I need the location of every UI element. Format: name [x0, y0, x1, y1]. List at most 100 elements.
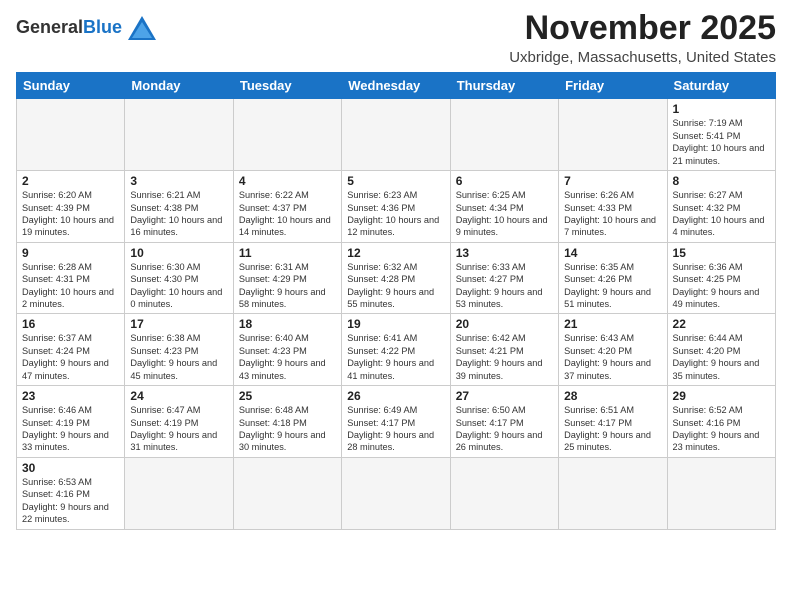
table-row	[342, 99, 450, 171]
calendar-week-row: 1Sunrise: 7:19 AM Sunset: 5:41 PM Daylig…	[17, 99, 776, 171]
day-info: Sunrise: 6:50 AM Sunset: 4:17 PM Dayligh…	[456, 404, 553, 454]
table-row: 8Sunrise: 6:27 AM Sunset: 4:32 PM Daylig…	[667, 171, 775, 243]
table-row	[125, 99, 233, 171]
day-info: Sunrise: 6:33 AM Sunset: 4:27 PM Dayligh…	[456, 261, 553, 311]
table-row: 6Sunrise: 6:25 AM Sunset: 4:34 PM Daylig…	[450, 171, 558, 243]
table-row	[667, 457, 775, 529]
day-number: 27	[456, 389, 553, 403]
day-info: Sunrise: 6:27 AM Sunset: 4:32 PM Dayligh…	[673, 189, 770, 239]
table-row: 13Sunrise: 6:33 AM Sunset: 4:27 PM Dayli…	[450, 242, 558, 314]
table-row: 18Sunrise: 6:40 AM Sunset: 4:23 PM Dayli…	[233, 314, 341, 386]
calendar-week-row: 16Sunrise: 6:37 AM Sunset: 4:24 PM Dayli…	[17, 314, 776, 386]
col-tuesday: Tuesday	[233, 73, 341, 99]
day-info: Sunrise: 6:20 AM Sunset: 4:39 PM Dayligh…	[22, 189, 119, 239]
table-row: 10Sunrise: 6:30 AM Sunset: 4:30 PM Dayli…	[125, 242, 233, 314]
day-number: 9	[22, 246, 119, 260]
day-info: Sunrise: 6:23 AM Sunset: 4:36 PM Dayligh…	[347, 189, 444, 239]
table-row: 28Sunrise: 6:51 AM Sunset: 4:17 PM Dayli…	[559, 386, 667, 458]
table-row: 16Sunrise: 6:37 AM Sunset: 4:24 PM Dayli…	[17, 314, 125, 386]
day-number: 28	[564, 389, 661, 403]
location-title: Uxbridge, Massachusetts, United States	[509, 49, 776, 66]
day-number: 7	[564, 174, 661, 188]
table-row: 15Sunrise: 6:36 AM Sunset: 4:25 PM Dayli…	[667, 242, 775, 314]
day-number: 6	[456, 174, 553, 188]
table-row: 20Sunrise: 6:42 AM Sunset: 4:21 PM Dayli…	[450, 314, 558, 386]
day-number: 13	[456, 246, 553, 260]
day-info: Sunrise: 6:48 AM Sunset: 4:18 PM Dayligh…	[239, 404, 336, 454]
day-info: Sunrise: 6:35 AM Sunset: 4:26 PM Dayligh…	[564, 261, 661, 311]
calendar-week-row: 2Sunrise: 6:20 AM Sunset: 4:39 PM Daylig…	[17, 171, 776, 243]
table-row: 2Sunrise: 6:20 AM Sunset: 4:39 PM Daylig…	[17, 171, 125, 243]
day-number: 14	[564, 246, 661, 260]
col-thursday: Thursday	[450, 73, 558, 99]
calendar-week-row: 23Sunrise: 6:46 AM Sunset: 4:19 PM Dayli…	[17, 386, 776, 458]
day-number: 12	[347, 246, 444, 260]
table-row: 4Sunrise: 6:22 AM Sunset: 4:37 PM Daylig…	[233, 171, 341, 243]
day-number: 21	[564, 317, 661, 331]
day-info: Sunrise: 6:41 AM Sunset: 4:22 PM Dayligh…	[347, 332, 444, 382]
page: GeneralBlue November 2025 Uxbridge, Mass…	[0, 0, 792, 612]
day-info: Sunrise: 6:21 AM Sunset: 4:38 PM Dayligh…	[130, 189, 227, 239]
day-info: Sunrise: 6:42 AM Sunset: 4:21 PM Dayligh…	[456, 332, 553, 382]
table-row: 26Sunrise: 6:49 AM Sunset: 4:17 PM Dayli…	[342, 386, 450, 458]
logo-text: GeneralBlue	[16, 18, 122, 38]
table-row	[17, 99, 125, 171]
day-info: Sunrise: 6:49 AM Sunset: 4:17 PM Dayligh…	[347, 404, 444, 454]
day-info: Sunrise: 6:32 AM Sunset: 4:28 PM Dayligh…	[347, 261, 444, 311]
table-row: 12Sunrise: 6:32 AM Sunset: 4:28 PM Dayli…	[342, 242, 450, 314]
day-info: Sunrise: 6:28 AM Sunset: 4:31 PM Dayligh…	[22, 261, 119, 311]
table-row	[450, 457, 558, 529]
day-info: Sunrise: 6:30 AM Sunset: 4:30 PM Dayligh…	[130, 261, 227, 311]
day-info: Sunrise: 6:46 AM Sunset: 4:19 PM Dayligh…	[22, 404, 119, 454]
table-row	[233, 457, 341, 529]
col-monday: Monday	[125, 73, 233, 99]
day-info: Sunrise: 6:36 AM Sunset: 4:25 PM Dayligh…	[673, 261, 770, 311]
day-info: Sunrise: 6:26 AM Sunset: 4:33 PM Dayligh…	[564, 189, 661, 239]
table-row: 24Sunrise: 6:47 AM Sunset: 4:19 PM Dayli…	[125, 386, 233, 458]
day-number: 4	[239, 174, 336, 188]
day-number: 18	[239, 317, 336, 331]
calendar-week-row: 9Sunrise: 6:28 AM Sunset: 4:31 PM Daylig…	[17, 242, 776, 314]
day-number: 22	[673, 317, 770, 331]
day-number: 15	[673, 246, 770, 260]
day-number: 30	[22, 461, 119, 475]
table-row: 29Sunrise: 6:52 AM Sunset: 4:16 PM Dayli…	[667, 386, 775, 458]
col-friday: Friday	[559, 73, 667, 99]
table-row: 17Sunrise: 6:38 AM Sunset: 4:23 PM Dayli…	[125, 314, 233, 386]
day-info: Sunrise: 6:53 AM Sunset: 4:16 PM Dayligh…	[22, 476, 119, 526]
day-number: 25	[239, 389, 336, 403]
table-row	[559, 457, 667, 529]
table-row	[450, 99, 558, 171]
calendar-header-row: Sunday Monday Tuesday Wednesday Thursday…	[17, 73, 776, 99]
table-row	[342, 457, 450, 529]
col-wednesday: Wednesday	[342, 73, 450, 99]
day-number: 20	[456, 317, 553, 331]
table-row	[233, 99, 341, 171]
day-info: Sunrise: 6:52 AM Sunset: 4:16 PM Dayligh…	[673, 404, 770, 454]
table-row: 11Sunrise: 6:31 AM Sunset: 4:29 PM Dayli…	[233, 242, 341, 314]
header: GeneralBlue November 2025 Uxbridge, Mass…	[16, 10, 776, 66]
logo: GeneralBlue	[16, 14, 158, 42]
table-row: 14Sunrise: 6:35 AM Sunset: 4:26 PM Dayli…	[559, 242, 667, 314]
day-number: 26	[347, 389, 444, 403]
col-sunday: Sunday	[17, 73, 125, 99]
table-row: 21Sunrise: 6:43 AM Sunset: 4:20 PM Dayli…	[559, 314, 667, 386]
title-section: November 2025 Uxbridge, Massachusetts, U…	[509, 10, 776, 66]
day-number: 2	[22, 174, 119, 188]
day-number: 5	[347, 174, 444, 188]
day-number: 24	[130, 389, 227, 403]
day-info: Sunrise: 6:22 AM Sunset: 4:37 PM Dayligh…	[239, 189, 336, 239]
day-info: Sunrise: 7:19 AM Sunset: 5:41 PM Dayligh…	[673, 117, 770, 167]
logo-general: General	[16, 17, 83, 37]
table-row: 7Sunrise: 6:26 AM Sunset: 4:33 PM Daylig…	[559, 171, 667, 243]
col-saturday: Saturday	[667, 73, 775, 99]
table-row: 3Sunrise: 6:21 AM Sunset: 4:38 PM Daylig…	[125, 171, 233, 243]
logo-icon	[126, 14, 158, 42]
day-number: 23	[22, 389, 119, 403]
table-row: 30Sunrise: 6:53 AM Sunset: 4:16 PM Dayli…	[17, 457, 125, 529]
day-info: Sunrise: 6:51 AM Sunset: 4:17 PM Dayligh…	[564, 404, 661, 454]
table-row: 22Sunrise: 6:44 AM Sunset: 4:20 PM Dayli…	[667, 314, 775, 386]
day-number: 29	[673, 389, 770, 403]
table-row: 1Sunrise: 7:19 AM Sunset: 5:41 PM Daylig…	[667, 99, 775, 171]
table-row: 23Sunrise: 6:46 AM Sunset: 4:19 PM Dayli…	[17, 386, 125, 458]
